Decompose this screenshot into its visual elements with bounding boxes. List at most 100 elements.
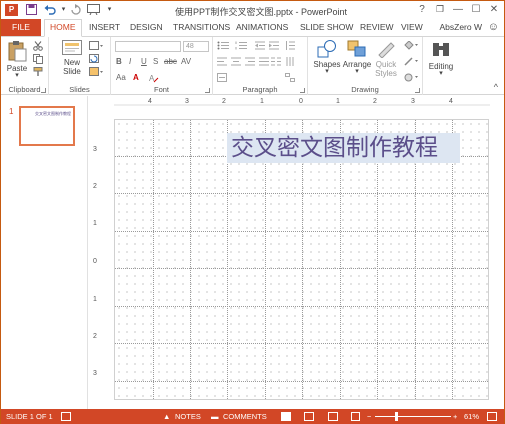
layout-icon[interactable] [89, 41, 103, 53]
tab-view[interactable]: VIEW [401, 19, 423, 36]
redo-icon[interactable] [69, 4, 82, 16]
new-slide-icon [62, 40, 82, 55]
slide-title-text[interactable]: 交叉密文图制作教程 [231, 135, 438, 161]
cut-icon[interactable] [33, 41, 43, 53]
customize-qat-icon[interactable]: ▾ [103, 4, 116, 16]
save-icon[interactable] [25, 4, 38, 16]
ruler-h-label: 4 [449, 98, 453, 105]
tab-insert[interactable]: INSERT [89, 19, 120, 36]
ruler-h-label: 1 [260, 98, 264, 105]
group-drawing: Shapes ▾ Arrange ▾ Quick Styles Drawing [308, 37, 423, 95]
numbering-icon[interactable] [235, 41, 247, 52]
slide-show-view-icon[interactable] [351, 412, 360, 421]
character-spacing-button[interactable]: AV [181, 57, 191, 66]
font-family-dropdown[interactable] [115, 41, 181, 52]
copy-icon[interactable] [33, 54, 43, 66]
collapse-ribbon-icon[interactable]: ^ [494, 82, 498, 92]
zoom-slider[interactable] [375, 412, 451, 421]
slideshow-from-beginning-icon[interactable] [87, 4, 100, 16]
zoom-in-button[interactable]: + [453, 409, 457, 424]
slide-thumbnail[interactable]: 交叉密文图制作教程 [19, 106, 75, 146]
align-left-icon[interactable] [217, 57, 227, 68]
font-launcher-icon[interactable] [205, 88, 210, 93]
fit-slide-icon[interactable] [487, 412, 497, 421]
comments-icon[interactable]: ▬ [211, 409, 219, 424]
italic-button[interactable]: I [129, 57, 131, 66]
columns-icon[interactable] [271, 57, 281, 68]
drawing-launcher-icon[interactable] [415, 88, 420, 93]
feedback-smiley-icon[interactable]: ☺ [488, 22, 499, 33]
text-direction-icon[interactable] [285, 57, 295, 68]
align-center-icon[interactable] [231, 57, 241, 68]
reset-slide-icon[interactable] [89, 54, 99, 66]
clear-formatting-icon[interactable]: A [149, 73, 159, 85]
shape-fill-icon[interactable] [404, 40, 418, 52]
comments-button[interactable]: COMMENTS [223, 409, 267, 424]
ruler-v-label: 1 [93, 296, 97, 303]
paste-button[interactable]: Paste ▾ [4, 40, 30, 79]
minimize-icon[interactable]: — [451, 3, 465, 16]
zoom-slider-thumb[interactable] [395, 412, 399, 421]
zoom-level[interactable]: 61% [464, 409, 479, 424]
bullets-icon[interactable] [217, 41, 229, 52]
tab-design[interactable]: DESIGN [130, 19, 163, 36]
change-case-button[interactable]: Aa [116, 73, 126, 82]
align-text-icon[interactable] [217, 73, 227, 84]
arrange-button[interactable]: Arrange ▾ [341, 40, 373, 75]
tab-animations[interactable]: ANIMATIONS [236, 19, 288, 36]
shape-effects-icon[interactable] [404, 73, 418, 84]
bold-button[interactable]: B [116, 57, 122, 66]
underline-button[interactable]: U [141, 57, 147, 66]
new-slide-button[interactable]: New Slide [57, 40, 87, 76]
ruler-v-label: 0 [93, 258, 97, 265]
paragraph-launcher-icon[interactable] [300, 88, 305, 93]
arrange-icon [347, 40, 366, 57]
close-icon[interactable]: ✕ [487, 3, 501, 16]
smartart-icon[interactable] [285, 73, 295, 84]
section-icon[interactable] [89, 67, 103, 79]
account-name[interactable]: AbsZero W [439, 19, 482, 36]
powerpoint-window: P ▾ ▾ 使用PPT制作交叉密文图.pptx - PowerPoint ? ❐… [0, 0, 505, 424]
tab-home[interactable]: HOME [44, 19, 82, 37]
group-clipboard: Paste ▾ Clipboard [1, 37, 49, 95]
justify-icon[interactable] [259, 57, 269, 68]
ribbon-display-options-icon[interactable]: ❐ [433, 3, 447, 16]
group-paragraph: Paragraph [213, 37, 308, 95]
slide-canvas[interactable]: 交叉密文图制作教程 [114, 119, 489, 400]
tab-slide-show[interactable]: SLIDE SHOW [300, 19, 353, 36]
tab-review[interactable]: REVIEW [360, 19, 394, 36]
slide-sorter-view-icon[interactable] [304, 412, 314, 421]
notes-button[interactable]: NOTES [175, 409, 201, 424]
slide-text-box[interactable]: 交叉密文图制作教程 [227, 133, 460, 163]
normal-view-icon[interactable] [281, 412, 291, 421]
align-right-icon[interactable] [245, 57, 255, 68]
shape-outline-icon[interactable] [404, 57, 418, 68]
undo-icon[interactable] [43, 4, 56, 16]
quick-styles-button[interactable]: Quick Styles [371, 40, 401, 78]
font-size-dropdown[interactable]: 48 [183, 41, 209, 52]
increase-indent-icon[interactable] [269, 41, 279, 52]
decrease-indent-icon[interactable] [255, 41, 265, 52]
shadow-button[interactable]: S [153, 57, 158, 66]
maximize-icon[interactable]: ☐ [469, 3, 483, 16]
clipboard-launcher-icon[interactable] [41, 88, 46, 93]
font-group-label: Font [153, 85, 169, 94]
slide-thumbnail-pane: 1 交叉密文图制作教程 [1, 96, 88, 409]
tab-file[interactable]: FILE [1, 19, 41, 36]
reading-view-icon[interactable] [328, 412, 338, 421]
notes-icon[interactable]: ▲ [163, 409, 170, 424]
zoom-out-button[interactable]: − [367, 409, 371, 424]
spell-check-icon[interactable] [61, 412, 71, 421]
tab-transitions[interactable]: TRANSITIONS [173, 19, 230, 36]
grid-guide-vertical [190, 120, 191, 399]
line-spacing-icon[interactable] [285, 41, 295, 52]
ruler-h-label: 1 [336, 98, 340, 105]
quick-styles-label-line2: Styles [375, 69, 397, 78]
strikethrough-button[interactable]: abc [164, 57, 177, 66]
editing-button[interactable]: Editing ▾ [425, 40, 457, 77]
help-icon[interactable]: ? [415, 3, 429, 16]
format-painter-icon[interactable] [33, 67, 43, 79]
font-color-button[interactable]: A [133, 73, 139, 82]
shapes-button[interactable]: Shapes ▾ [311, 40, 343, 75]
grid-guide-vertical [153, 120, 154, 399]
